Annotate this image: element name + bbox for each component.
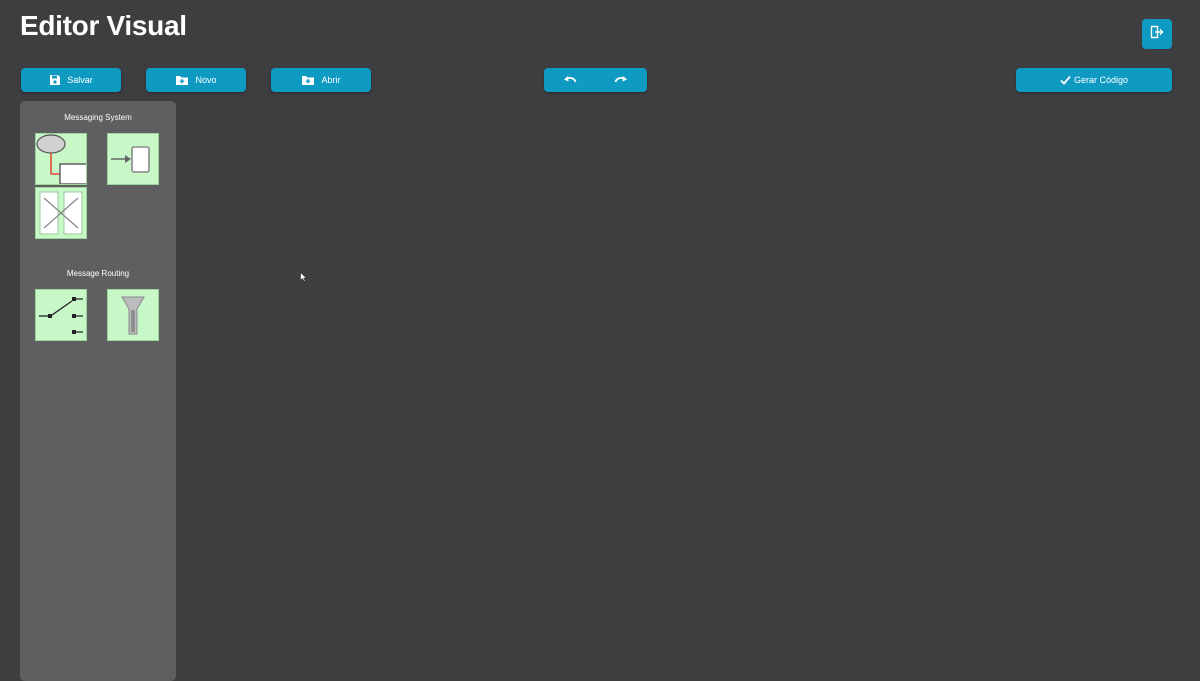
exit-button[interactable] [1142, 19, 1172, 49]
new-button-label: Novo [195, 75, 217, 85]
undo-redo-group [544, 68, 647, 92]
check-icon [1060, 75, 1071, 85]
save-button-label: Salvar [67, 75, 93, 85]
section-label-message-routing: Message Routing [66, 269, 130, 278]
folder-plus-icon [175, 74, 189, 86]
generate-code-button[interactable]: Gerar Código [1016, 68, 1172, 92]
open-button[interactable]: Abrir [271, 68, 371, 92]
content-router-icon [36, 290, 86, 340]
palette-item-channel-crossover[interactable] [35, 187, 87, 239]
redo-button[interactable] [601, 70, 641, 90]
undo-button[interactable] [550, 70, 590, 90]
generate-code-button-label: Gerar Código [1073, 75, 1129, 85]
floppy-disk-icon [49, 74, 61, 86]
section-label-messaging-system: Messaging System [64, 113, 132, 122]
palette-item-message-channel[interactable] [35, 133, 87, 185]
undo-icon [563, 71, 577, 89]
mouse-cursor-icon [300, 269, 308, 287]
open-button-label: Abrir [321, 75, 341, 85]
palette-item-content-router[interactable] [35, 289, 87, 341]
palette-item-message-endpoint[interactable] [107, 133, 159, 185]
palette-item-message-filter[interactable] [107, 289, 159, 341]
channel-crossover-icon [36, 188, 86, 238]
logout-icon [1150, 25, 1164, 44]
page-title: Editor Visual [20, 10, 187, 41]
folder-open-icon [301, 74, 315, 86]
message-channel-icon [36, 134, 86, 184]
new-button[interactable]: Novo [146, 68, 246, 92]
message-filter-icon [108, 290, 158, 340]
message-endpoint-icon [108, 134, 158, 184]
component-palette: Messaging System Message Routing [20, 101, 176, 681]
redo-icon [614, 71, 628, 89]
save-button[interactable]: Salvar [21, 68, 121, 92]
